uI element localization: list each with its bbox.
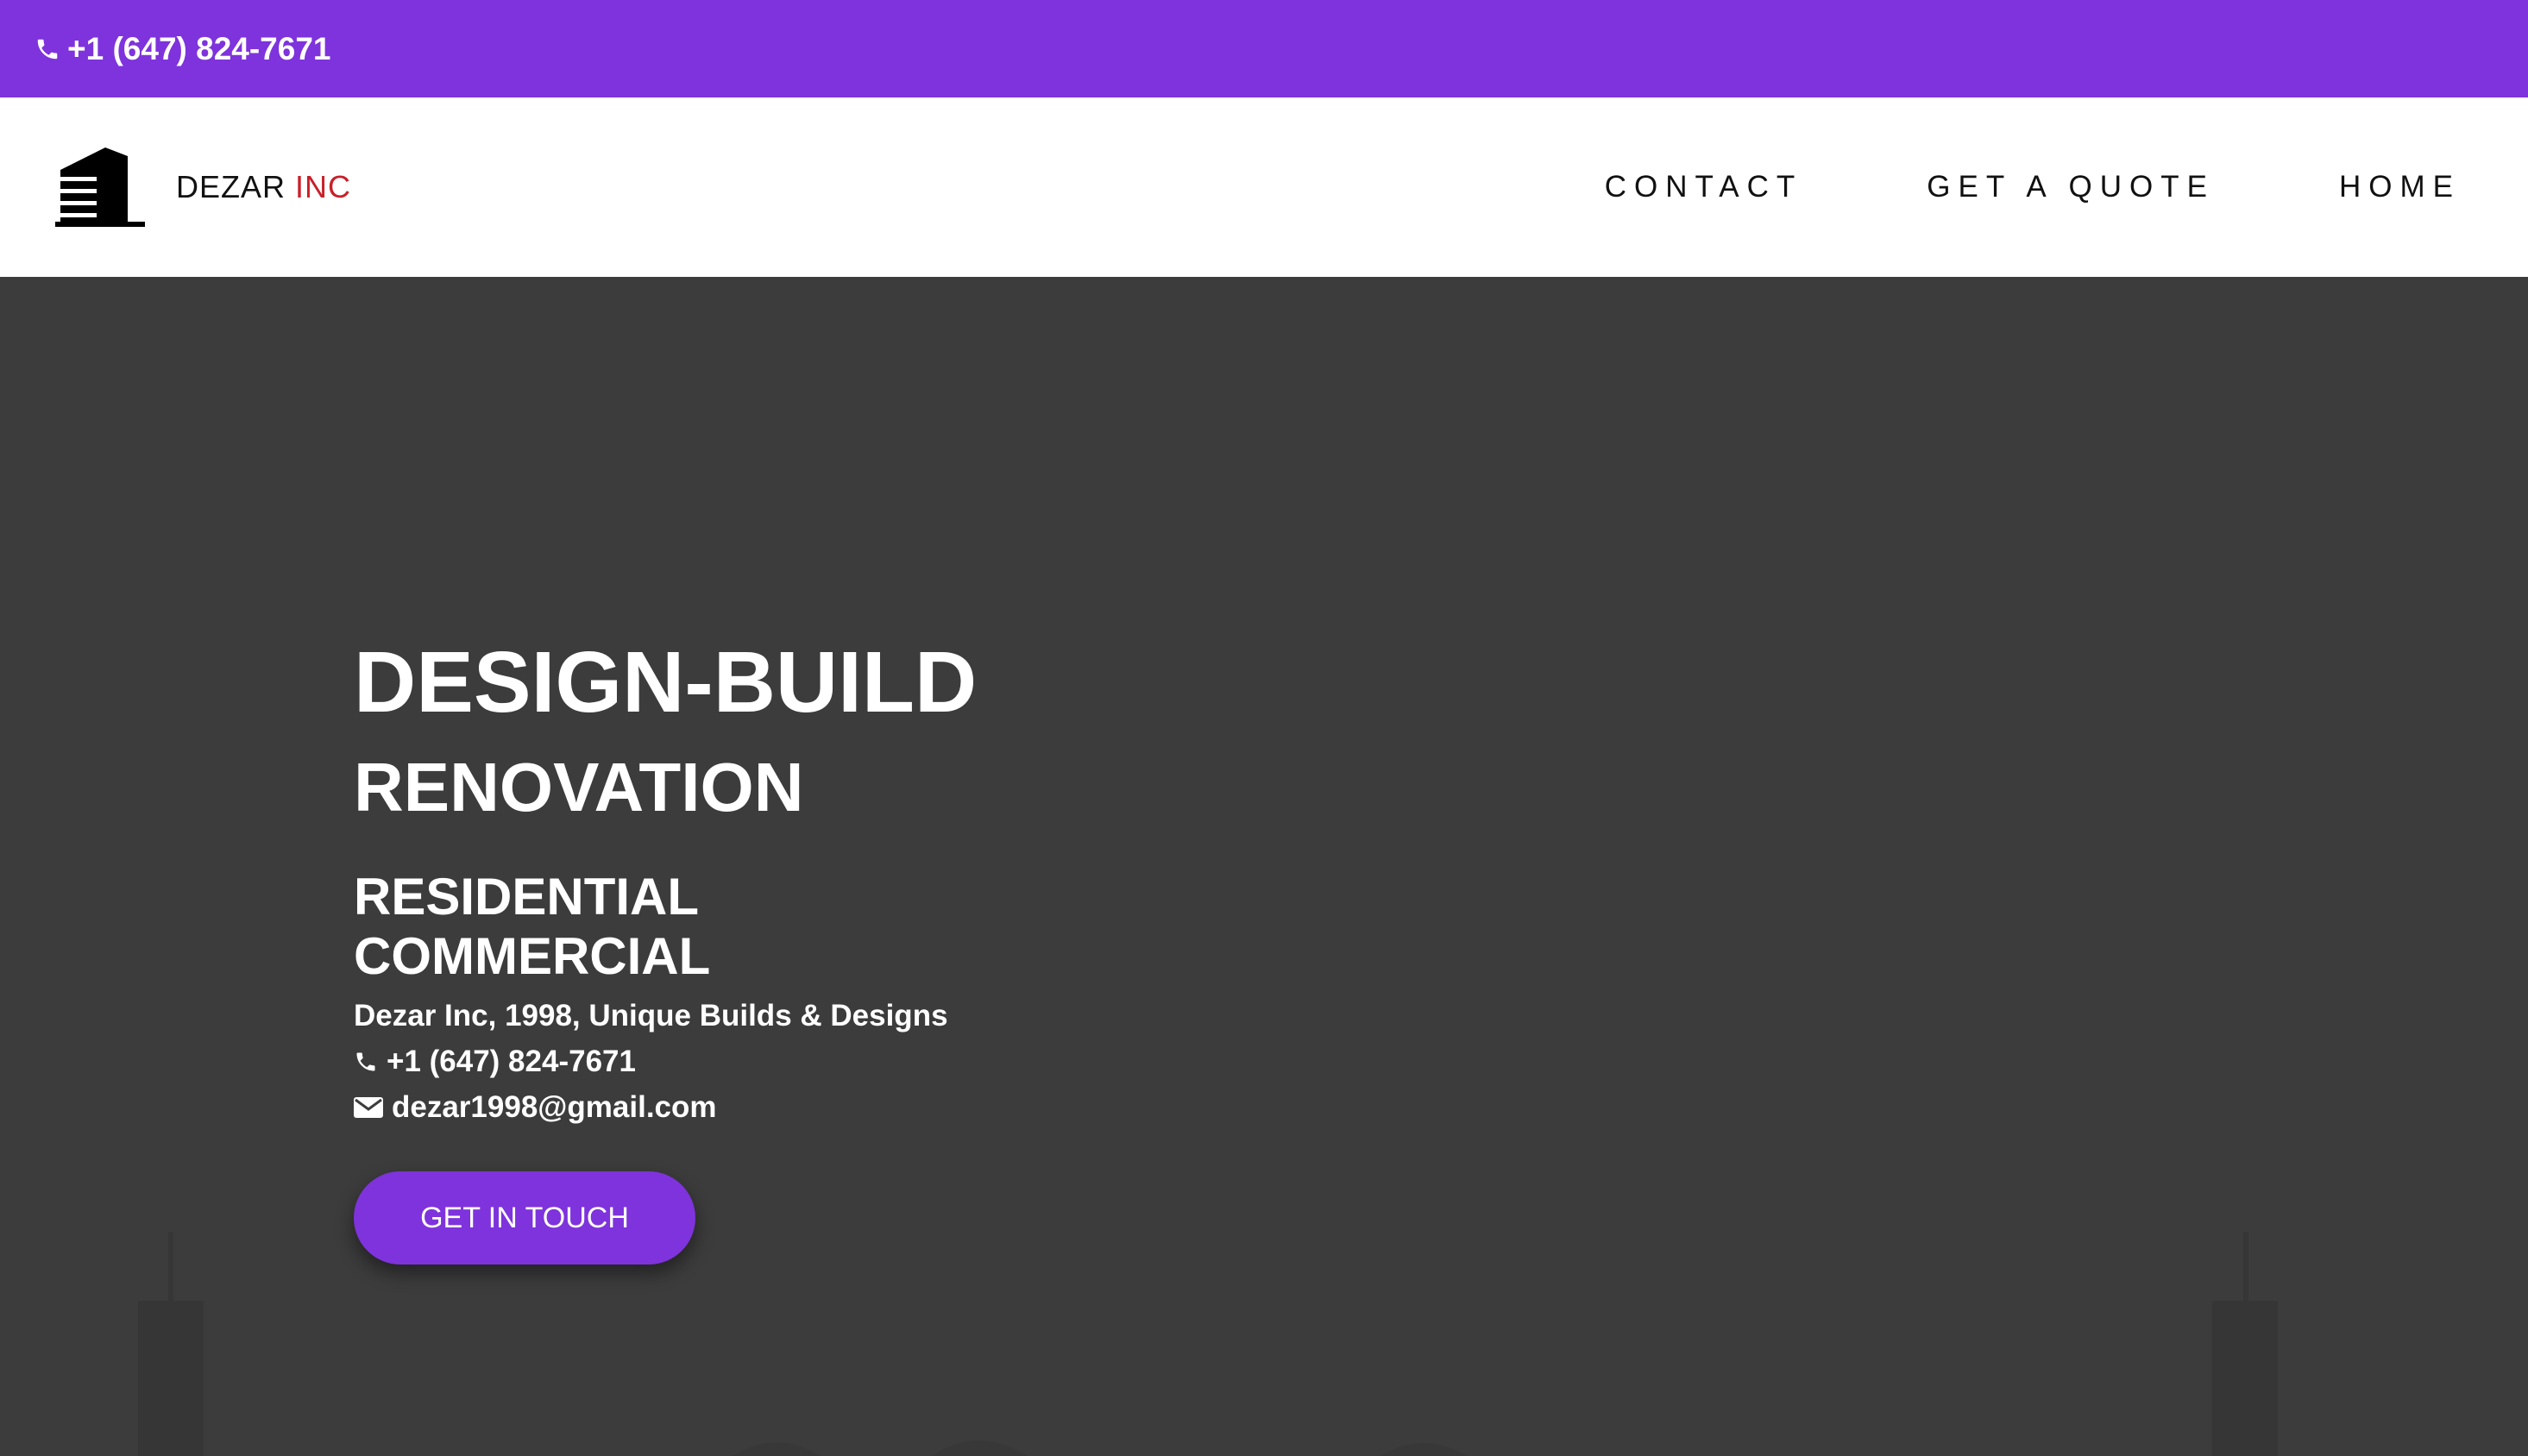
city-skyline-silhouette — [733, 1440, 1467, 1456]
hero-phone-text: +1 (647) 824-7671 — [387, 1045, 636, 1078]
hero-content: DESIGN-BUILD RENOVATION RESIDENTIAL COMM… — [354, 639, 977, 1265]
topbar-phone-link[interactable]: +1 (647) 824-7671 — [35, 31, 331, 67]
hero-info: Dezar Inc, 1998, Unique Builds & Designs… — [354, 993, 977, 1130]
nav-contact[interactable]: CONTACT — [1605, 170, 1803, 204]
top-contact-bar: +1 (647) 824-7671 — [0, 0, 2528, 97]
topbar-phone-text: +1 (647) 824-7671 — [67, 30, 331, 66]
hero-title: DESIGN-BUILD — [354, 634, 978, 731]
hero-section: DESIGN-BUILD RENOVATION RESIDENTIAL COMM… — [0, 277, 2528, 1456]
logo-suffix: INC — [295, 169, 352, 204]
envelope-icon — [354, 1096, 383, 1118]
site-logo[interactable]: DEZAR INC — [55, 147, 351, 227]
phone-icon — [37, 39, 58, 59]
hero-subtitle: RENOVATION — [354, 749, 804, 825]
get-in-touch-button[interactable]: GET IN TOUCH — [354, 1171, 695, 1265]
hero-email-text: dezar1998@gmail.com — [392, 1090, 717, 1124]
logo-name: DEZAR — [176, 169, 286, 204]
site-header: DEZAR INC CONTACT GET A QUOTE HOME — [0, 97, 2528, 277]
hero-residential: RESIDENTIAL — [354, 868, 700, 926]
hero-tagline: Dezar Inc, 1998, Unique Builds & Designs — [354, 999, 948, 1032]
hero-email-link[interactable]: dezar1998@gmail.com — [354, 1084, 977, 1130]
main-nav: CONTACT GET A QUOTE HOME — [1481, 97, 2461, 277]
nav-get-a-quote[interactable]: GET A QUOTE — [1927, 170, 2215, 204]
phone-icon — [356, 1052, 375, 1070]
nav-home[interactable]: HOME — [2339, 170, 2461, 204]
hero-phone-link[interactable]: +1 (647) 824-7671 — [354, 1039, 977, 1084]
logo-text: DEZAR INC — [176, 169, 351, 205]
hero-commercial: COMMERCIAL — [354, 927, 711, 985]
building-icon — [55, 147, 145, 227]
